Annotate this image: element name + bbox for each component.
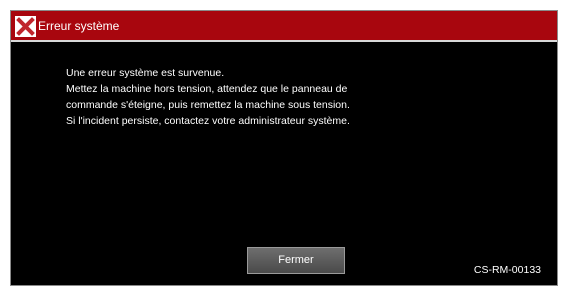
message-line: commande s'éteigne, puis remettez la mac… bbox=[66, 99, 350, 111]
message-line: Si l'incident persiste, contactez votre … bbox=[66, 115, 350, 127]
error-code: CS-RM-00133 bbox=[473, 264, 541, 276]
error-x-icon bbox=[15, 16, 36, 37]
error-dialog: Erreur système Une erreur système est su… bbox=[10, 10, 558, 286]
dialog-title: Erreur système bbox=[38, 19, 120, 33]
close-button[interactable]: Fermer bbox=[247, 247, 345, 274]
message-line: Mettez la machine hors tension, attendez… bbox=[66, 83, 348, 95]
error-message: Une erreur système est survenue. Mettez … bbox=[66, 65, 506, 129]
dialog-titlebar: Erreur système bbox=[11, 11, 557, 42]
message-line: Une erreur système est survenue. bbox=[66, 67, 225, 79]
